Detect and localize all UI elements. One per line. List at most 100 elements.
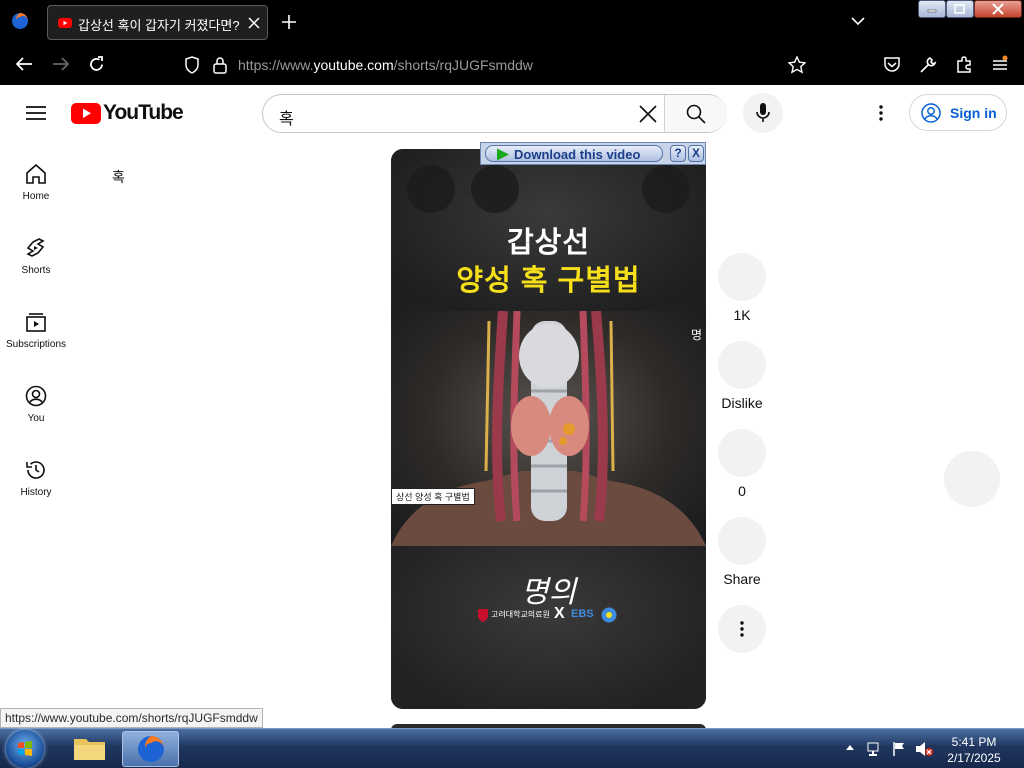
new-tab-icon[interactable]: [282, 15, 296, 29]
video-title-panel: 갑상선 양성 혹 구별법: [391, 149, 706, 311]
subscriptions-icon: [26, 313, 46, 332]
search-query-chip: 혹: [112, 169, 125, 185]
sidebar-label-home: Home: [22, 191, 50, 202]
action-center-flag-icon[interactable]: [891, 741, 907, 757]
share-label: Share: [723, 571, 761, 587]
windows-logo-icon: [18, 741, 32, 756]
video-overlay-dot: [407, 165, 455, 213]
folder-icon: [74, 739, 105, 760]
clear-search-icon[interactable]: [639, 105, 657, 123]
dislike-label: Dislike: [721, 395, 763, 411]
sign-in-label: Sign in: [950, 105, 997, 121]
status-bar-url: https://www.youtube.com/shorts/rqJUGFsmd…: [0, 708, 263, 728]
thyroid-illustration: 명 상선 양성 혹 구별법: [391, 311, 706, 546]
sidebar-item-subscriptions[interactable]: Subscriptions: [0, 311, 72, 350]
back-arrow-icon[interactable]: [15, 56, 33, 72]
video-title-line2: 양성 혹 구별법: [456, 265, 641, 297]
window-controls: [918, 0, 1022, 18]
like-count: 1K: [733, 307, 751, 323]
sign-in-button[interactable]: Sign in: [909, 94, 1007, 131]
sidebar-item-you[interactable]: You: [0, 385, 72, 424]
close-window-button[interactable]: [974, 0, 1022, 18]
search-icon: [686, 104, 706, 124]
next-short-button[interactable]: [944, 451, 1000, 507]
search-box[interactable]: 혹: [262, 94, 727, 133]
windows-taskbar: 5:41 PM 2/17/2025: [0, 728, 1024, 768]
video-overlay-dot: [471, 165, 519, 213]
comments-button[interactable]: [718, 429, 766, 477]
search-input[interactable]: 혹: [279, 105, 294, 129]
tab-title: 갑상선 혹이 갑자기 커졌다면? -: [78, 18, 243, 33]
download-help-button[interactable]: ?: [670, 145, 686, 162]
extensions-icon[interactable]: [955, 55, 973, 73]
video-caption-tag: 상선 양성 혹 구별법: [391, 488, 475, 505]
thyroid-anatomy-image: 명: [391, 311, 706, 546]
video-partner-row: 고려대학교의료원 X EBS: [477, 605, 637, 625]
volume-muted-icon[interactable]: [915, 741, 933, 757]
partner-left: 고려대학교의료원: [491, 610, 550, 619]
firefox-taskbar-icon: [138, 736, 164, 762]
start-button[interactable]: [6, 730, 44, 768]
comments-count: 0: [738, 483, 746, 499]
university-emblem-icon: [477, 608, 489, 622]
shorts-icon: [26, 238, 45, 257]
tray-clock[interactable]: 5:41 PM 2/17/2025: [940, 734, 1008, 766]
youtube-favicon-icon: [58, 16, 72, 30]
tab-list-chevron-icon[interactable]: [851, 16, 865, 26]
network-icon[interactable]: [866, 741, 882, 757]
tray-date: 2/17/2025: [947, 751, 1001, 765]
url-bar[interactable]: https://www.youtube.com/shorts/rqJUGFsmd…: [172, 52, 832, 78]
more-actions-button[interactable]: [718, 605, 766, 653]
pocket-icon[interactable]: [883, 56, 901, 73]
like-button[interactable]: [718, 253, 766, 301]
download-play-icon: [496, 148, 510, 161]
taskbar-firefox[interactable]: [122, 731, 179, 767]
search-button[interactable]: [665, 95, 727, 132]
sidebar-item-shorts[interactable]: Shorts: [0, 237, 72, 276]
download-video-button[interactable]: Download this video: [485, 145, 663, 162]
video-title-line1: 갑상선: [506, 227, 591, 259]
you-icon: [25, 385, 47, 407]
video-overlay-dot: [642, 165, 690, 213]
tracking-shield-icon[interactable]: [184, 56, 200, 74]
sidebar-label-history: History: [20, 487, 52, 498]
browser-nav-bar: https://www.youtube.com/shorts/rqJUGFsmd…: [0, 44, 1024, 85]
guide-menu-icon[interactable]: [26, 105, 46, 121]
sidebar-label-subscriptions: Subscriptions: [5, 339, 67, 350]
more-vertical-icon: [739, 621, 745, 637]
lock-icon[interactable]: [213, 56, 227, 74]
svg-text:명: 명: [691, 328, 702, 342]
youtube-logo-text: YouTube: [103, 101, 184, 124]
tray-time: 5:41 PM: [951, 735, 997, 749]
firefox-menu-icon[interactable]: [11, 12, 29, 30]
taskbar-file-explorer[interactable]: [61, 731, 118, 767]
sidebar-label-you: You: [27, 413, 45, 424]
reload-icon[interactable]: [88, 56, 105, 73]
voice-search-button[interactable]: [743, 93, 783, 133]
partner-right: EBS: [571, 608, 594, 620]
minimize-button[interactable]: [918, 0, 946, 18]
sidebar-item-home[interactable]: Home: [0, 163, 72, 202]
browser-tab[interactable]: 갑상선 혹이 갑자기 커졌다면? -: [47, 5, 268, 40]
partner-x: X: [554, 605, 565, 622]
tab-close-icon[interactable]: [248, 17, 260, 29]
restore-button[interactable]: [946, 0, 974, 18]
tray-expand-icon[interactable]: [845, 743, 855, 751]
app-menu-icon[interactable]: [991, 55, 1009, 73]
url-text[interactable]: https://www.youtube.com/shorts/rqJUGFsmd…: [238, 57, 533, 73]
youtube-page: YouTube 혹 Sign in Home Shorts Subscripti…: [0, 85, 1024, 728]
youtube-logo[interactable]: YouTube: [71, 101, 184, 124]
download-close-button[interactable]: X: [688, 145, 704, 162]
share-button[interactable]: [718, 517, 766, 565]
bookmark-star-icon[interactable]: [788, 56, 806, 74]
short-video-player[interactable]: 갑상선 양성 혹 구별법 명 상선 양성 혹 구별법 명의 고려대학교의료원 X…: [391, 149, 706, 709]
forward-arrow-icon[interactable]: [52, 56, 70, 72]
dislike-button[interactable]: [718, 341, 766, 389]
wrench-icon[interactable]: [919, 56, 937, 74]
download-toolbar: Download this video ? X: [480, 142, 706, 165]
microphone-icon: [756, 103, 770, 123]
settings-more-icon[interactable]: [878, 105, 884, 121]
browser-tab-bar: 갑상선 혹이 갑자기 커졌다면? -: [0, 0, 1024, 44]
sidebar-label-shorts: Shorts: [21, 265, 51, 276]
sidebar-item-history[interactable]: History: [0, 459, 72, 498]
